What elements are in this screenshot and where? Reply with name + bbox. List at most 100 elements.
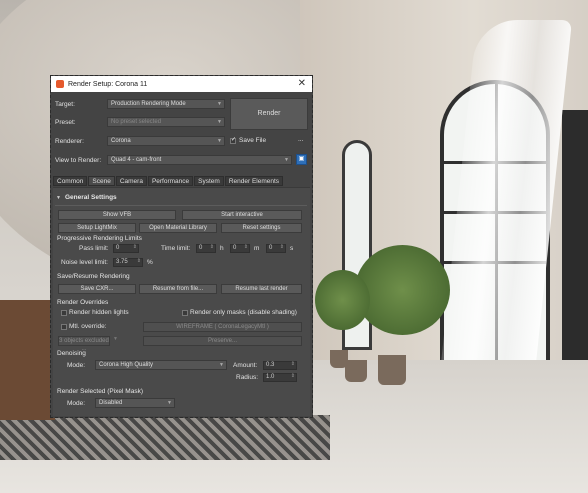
save-cxr-label: Save CXR... bbox=[80, 286, 114, 292]
time-hours-spinner[interactable]: 0 bbox=[196, 244, 216, 253]
time-hours-value: 0 bbox=[199, 245, 203, 251]
noise-limit-label: Noise level limit: bbox=[61, 259, 108, 266]
render-button[interactable]: Render bbox=[230, 98, 308, 130]
chevron-down-icon: ▼ bbox=[167, 400, 172, 406]
pass-limit-spinner[interactable]: 0 bbox=[113, 244, 139, 253]
renderer-label: Renderer: bbox=[55, 138, 84, 145]
render-selected-title: Render Selected (Pixel Mask) bbox=[57, 388, 143, 395]
save-cxr-button[interactable]: Save CXR... bbox=[58, 284, 136, 294]
render-button-label: Render bbox=[257, 110, 281, 117]
tab-camera[interactable]: Camera bbox=[115, 176, 147, 186]
collapse-arrow-icon[interactable]: ▼ bbox=[56, 195, 61, 201]
render-hidden-lights-label: Render hidden lights bbox=[69, 309, 129, 316]
hours-unit: h bbox=[220, 245, 224, 252]
lock-icon[interactable]: ▣ bbox=[296, 154, 307, 165]
percent-unit: % bbox=[147, 259, 153, 266]
target-label: Target: bbox=[55, 101, 75, 108]
resume-last-render-label: Resume last render bbox=[235, 286, 288, 292]
noise-limit-value: 3.75 bbox=[116, 259, 128, 265]
mtl-override-label: Mtl. override: bbox=[69, 323, 107, 330]
tab-scene[interactable]: Scene bbox=[88, 176, 115, 186]
chevron-down-icon: ▼ bbox=[217, 101, 222, 107]
preset-label: Preset: bbox=[55, 119, 76, 126]
tab-render-elements[interactable]: Render Elements bbox=[224, 176, 284, 186]
render-setup-window: Render Setup: Corona 11 ✕ Target: Produc… bbox=[50, 75, 313, 418]
denoise-mode-dropdown[interactable]: Corona High Quality ▼ bbox=[95, 360, 227, 370]
pass-limit-value: 0 bbox=[116, 245, 120, 251]
window-title: Render Setup: Corona 11 bbox=[68, 80, 148, 88]
target-value: Production Rendering Mode bbox=[111, 101, 186, 107]
time-limit-label: Time limit: bbox=[161, 245, 191, 252]
time-seconds-value: 0 bbox=[269, 245, 273, 251]
radius-spinner[interactable]: 1.0 bbox=[263, 373, 297, 382]
mtl-override-value: WIREFRAME ( CoronaLegacyMtl ) bbox=[176, 324, 269, 330]
render-only-masks-label: Render only masks (disable shading) bbox=[190, 309, 297, 316]
view-to-render-label: View to Render: bbox=[55, 157, 102, 164]
save-file-checkbox[interactable] bbox=[230, 136, 236, 144]
noise-limit-spinner[interactable]: 3.75 bbox=[113, 258, 143, 267]
render-hidden-lights-checkbox[interactable] bbox=[61, 310, 67, 316]
window-titlebar[interactable]: Render Setup: Corona 11 ✕ bbox=[51, 76, 312, 92]
target-dropdown[interactable]: Production Rendering Mode ▼ bbox=[107, 99, 225, 109]
render-selected-mode-value: Disabled bbox=[99, 400, 123, 406]
open-material-library-button[interactable]: Open Material Library bbox=[139, 223, 217, 233]
chevron-down-icon[interactable]: ▼ bbox=[113, 336, 118, 342]
save-file-label: Save File bbox=[239, 137, 267, 144]
tab-bar: Common Scene Camera Performance System R… bbox=[53, 176, 284, 186]
show-vfb-label: Show VFB bbox=[102, 212, 132, 218]
reset-settings-button[interactable]: Reset settings bbox=[221, 223, 302, 233]
tab-common[interactable]: Common bbox=[53, 176, 88, 186]
radius-label: Radius: bbox=[236, 374, 259, 381]
reset-settings-label: Reset settings bbox=[242, 225, 281, 231]
chevron-down-icon: ▼ bbox=[217, 138, 222, 144]
resume-from-file-button[interactable]: Resume from file... bbox=[139, 284, 217, 294]
scene-panel: ▼ General Settings Show VFB Start intera… bbox=[53, 187, 310, 416]
denoise-mode-label: Mode: bbox=[67, 362, 86, 369]
resume-last-render-button[interactable]: Resume last render bbox=[221, 284, 302, 294]
amount-label: Amount: bbox=[233, 362, 258, 369]
mtl-override-checkbox[interactable] bbox=[61, 324, 67, 330]
time-seconds-spinner[interactable]: 0 bbox=[266, 244, 286, 253]
time-minutes-value: 0 bbox=[233, 245, 237, 251]
render-overrides-title: Render Overrides bbox=[57, 299, 109, 306]
denoising-title: Denoising bbox=[57, 350, 86, 357]
view-value: Quad 4 - cam-front bbox=[111, 157, 162, 163]
chevron-down-icon: ▼ bbox=[217, 119, 222, 125]
pass-limit-label: Pass limit: bbox=[79, 245, 109, 252]
objects-excluded-button[interactable]: 3 objects excluded ... bbox=[58, 336, 110, 352]
tab-performance[interactable]: Performance bbox=[147, 176, 194, 186]
render-selected-mode-label: Mode: bbox=[67, 400, 86, 407]
preset-value: No preset selected bbox=[111, 119, 162, 125]
setup-lightmix-label: Setup LightMix bbox=[77, 225, 117, 231]
start-interactive-label: Start interactive bbox=[221, 212, 263, 218]
chevron-down-icon: ▼ bbox=[284, 157, 289, 163]
amount-spinner[interactable]: 0.3 bbox=[263, 361, 297, 370]
more-options[interactable]: ... bbox=[298, 136, 303, 143]
preset-dropdown[interactable]: No preset selected ▼ bbox=[107, 117, 225, 127]
preserve-button[interactable]: Preserve... bbox=[143, 336, 302, 346]
render-only-masks-checkbox[interactable] bbox=[182, 310, 188, 316]
mtl-override-slot[interactable]: WIREFRAME ( CoronaLegacyMtl ) bbox=[143, 322, 302, 332]
minutes-unit: m bbox=[254, 245, 260, 252]
close-icon[interactable]: ✕ bbox=[298, 78, 306, 89]
renderer-dropdown[interactable]: Corona ▼ bbox=[107, 136, 225, 146]
radius-value: 1.0 bbox=[266, 374, 275, 380]
tab-system[interactable]: System bbox=[194, 176, 224, 186]
progressive-title: Progressive Rendering Limits bbox=[57, 235, 142, 242]
time-minutes-spinner[interactable]: 0 bbox=[230, 244, 250, 253]
chevron-down-icon: ▼ bbox=[219, 362, 224, 368]
render-selected-mode-dropdown[interactable]: Disabled ▼ bbox=[95, 398, 175, 408]
general-settings-title: General Settings bbox=[65, 194, 117, 201]
resume-from-file-label: Resume from file... bbox=[152, 286, 204, 292]
denoise-mode-value: Corona High Quality bbox=[99, 362, 154, 368]
renderer-value: Corona bbox=[111, 138, 131, 144]
save-resume-title: Save/Resume Rendering bbox=[57, 273, 130, 280]
app-icon bbox=[56, 80, 64, 88]
start-interactive-button[interactable]: Start interactive bbox=[182, 210, 302, 220]
open-material-library-label: Open Material Library bbox=[149, 225, 207, 231]
setup-lightmix-button[interactable]: Setup LightMix bbox=[58, 223, 136, 233]
amount-value: 0.3 bbox=[266, 362, 275, 368]
seconds-unit: s bbox=[290, 245, 294, 252]
view-to-render-dropdown[interactable]: Quad 4 - cam-front ▼ bbox=[107, 155, 292, 165]
show-vfb-button[interactable]: Show VFB bbox=[58, 210, 176, 220]
